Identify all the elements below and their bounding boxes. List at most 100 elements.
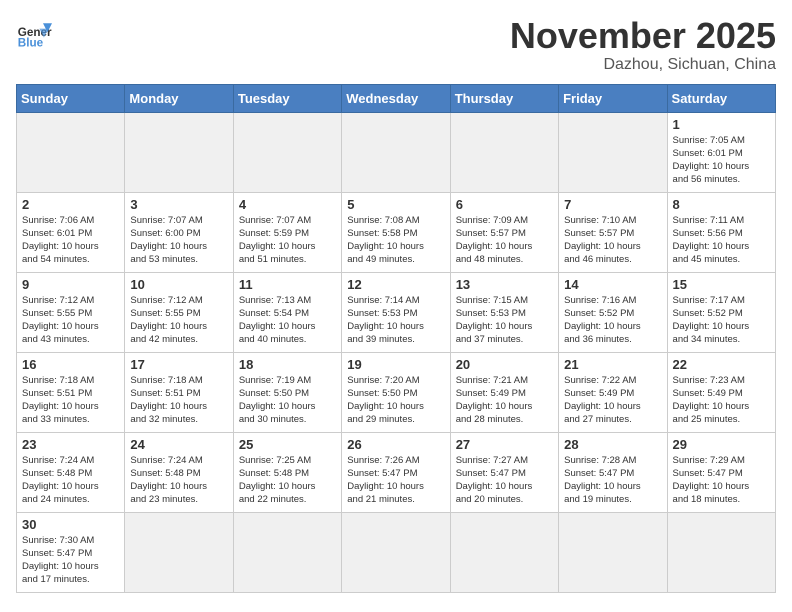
day-info: Sunrise: 7:24 AM Sunset: 5:48 PM Dayligh… xyxy=(22,454,119,507)
calendar-day-cell: 28Sunrise: 7:28 AM Sunset: 5:47 PM Dayli… xyxy=(559,432,667,512)
day-number: 8 xyxy=(673,197,770,212)
calendar-table: SundayMondayTuesdayWednesdayThursdayFrid… xyxy=(16,84,776,593)
day-number: 20 xyxy=(456,357,553,372)
weekday-header-sunday: Sunday xyxy=(17,84,125,112)
day-info: Sunrise: 7:07 AM Sunset: 5:59 PM Dayligh… xyxy=(239,214,336,267)
day-info: Sunrise: 7:15 AM Sunset: 5:53 PM Dayligh… xyxy=(456,294,553,347)
day-info: Sunrise: 7:27 AM Sunset: 5:47 PM Dayligh… xyxy=(456,454,553,507)
calendar-day-cell xyxy=(233,512,341,592)
day-info: Sunrise: 7:05 AM Sunset: 6:01 PM Dayligh… xyxy=(673,134,770,187)
day-info: Sunrise: 7:22 AM Sunset: 5:49 PM Dayligh… xyxy=(564,374,661,427)
calendar-day-cell: 25 Sunrise: 7:25 AM Sunset: 5:48 PM Dayli… xyxy=(233,432,341,512)
calendar-day-cell: 2 Sunrise: 7:06 AM Sunset: 6:01 PM Daylig… xyxy=(17,192,125,272)
logo: General Blue xyxy=(16,16,52,52)
day-info: Sunrise: 7:29 AM Sunset: 5:47 PM Dayligh… xyxy=(673,454,770,507)
calendar-day-cell xyxy=(125,112,233,192)
calendar-day-cell: 11Sunrise: 7:13 AM Sunset: 5:54 PM Dayli… xyxy=(233,272,341,352)
logo-icon: General Blue xyxy=(16,16,52,52)
calendar-week-row: 2 Sunrise: 7:06 AM Sunset: 6:01 PM Daylig… xyxy=(17,192,776,272)
calendar-day-cell: 14Sunrise: 7:16 AM Sunset: 5:52 PM Dayli… xyxy=(559,272,667,352)
day-number: 7 xyxy=(564,197,661,212)
weekday-header-friday: Friday xyxy=(559,84,667,112)
day-info: Sunrise: 7:08 AM Sunset: 5:58 PM Dayligh… xyxy=(347,214,444,267)
day-info: Sunrise: 7:18 AM Sunset: 5:51 PM Dayligh… xyxy=(22,374,119,427)
calendar-day-cell: 12 Sunrise: 7:14 AM Sunset: 5:53 PM Dayli… xyxy=(342,272,450,352)
calendar-day-cell: 24 Sunrise: 7:24 AM Sunset: 5:48 PM Dayli… xyxy=(125,432,233,512)
calendar-day-cell: 8 Sunrise: 7:11 AM Sunset: 5:56 PM Daylig… xyxy=(667,192,775,272)
day-number: 13 xyxy=(456,277,553,292)
month-title: November 2025 xyxy=(510,16,776,56)
day-info: Sunrise: 7:25 AM Sunset: 5:48 PM Dayligh… xyxy=(239,454,336,507)
day-number: 19 xyxy=(347,357,444,372)
calendar-day-cell: 15 Sunrise: 7:17 AM Sunset: 5:52 PM Dayli… xyxy=(667,272,775,352)
calendar-week-row: 1 Sunrise: 7:05 AM Sunset: 6:01 PM Daylig… xyxy=(17,112,776,192)
day-info: Sunrise: 7:06 AM Sunset: 6:01 PM Dayligh… xyxy=(22,214,119,267)
calendar-day-cell: 19 Sunrise: 7:20 AM Sunset: 5:50 PM Dayli… xyxy=(342,352,450,432)
calendar-day-cell: 3 Sunrise: 7:07 AM Sunset: 6:00 PM Daylig… xyxy=(125,192,233,272)
day-info: Sunrise: 7:07 AM Sunset: 6:00 PM Dayligh… xyxy=(130,214,227,267)
day-number: 6 xyxy=(456,197,553,212)
calendar-day-cell xyxy=(17,112,125,192)
day-info: Sunrise: 7:12 AM Sunset: 5:55 PM Dayligh… xyxy=(130,294,227,347)
calendar-day-cell xyxy=(559,512,667,592)
day-number: 11 xyxy=(239,277,336,292)
calendar-day-cell: 18 Sunrise: 7:19 AM Sunset: 5:50 PM Dayli… xyxy=(233,352,341,432)
day-info: Sunrise: 7:24 AM Sunset: 5:48 PM Dayligh… xyxy=(130,454,227,507)
day-number: 23 xyxy=(22,437,119,452)
day-info: Sunrise: 7:09 AM Sunset: 5:57 PM Dayligh… xyxy=(456,214,553,267)
calendar-day-cell: 4 Sunrise: 7:07 AM Sunset: 5:59 PM Daylig… xyxy=(233,192,341,272)
calendar-day-cell xyxy=(450,112,558,192)
calendar-day-cell: 7Sunrise: 7:10 AM Sunset: 5:57 PM Daylig… xyxy=(559,192,667,272)
calendar-week-row: 9Sunrise: 7:12 AM Sunset: 5:55 PM Daylig… xyxy=(17,272,776,352)
day-number: 2 xyxy=(22,197,119,212)
day-info: Sunrise: 7:23 AM Sunset: 5:49 PM Dayligh… xyxy=(673,374,770,427)
day-number: 25 xyxy=(239,437,336,452)
day-info: Sunrise: 7:11 AM Sunset: 5:56 PM Dayligh… xyxy=(673,214,770,267)
day-number: 18 xyxy=(239,357,336,372)
calendar-day-cell xyxy=(125,512,233,592)
calendar-day-cell: 9Sunrise: 7:12 AM Sunset: 5:55 PM Daylig… xyxy=(17,272,125,352)
calendar-day-cell: 10 Sunrise: 7:12 AM Sunset: 5:55 PM Dayli… xyxy=(125,272,233,352)
calendar-day-cell: 5Sunrise: 7:08 AM Sunset: 5:58 PM Daylig… xyxy=(342,192,450,272)
day-number: 12 xyxy=(347,277,444,292)
calendar-day-cell: 21 Sunrise: 7:22 AM Sunset: 5:49 PM Dayli… xyxy=(559,352,667,432)
calendar-week-row: 16 Sunrise: 7:18 AM Sunset: 5:51 PM Dayli… xyxy=(17,352,776,432)
calendar-day-cell: 23 Sunrise: 7:24 AM Sunset: 5:48 PM Dayli… xyxy=(17,432,125,512)
day-number: 16 xyxy=(22,357,119,372)
weekday-header-tuesday: Tuesday xyxy=(233,84,341,112)
calendar-day-cell xyxy=(342,112,450,192)
calendar-day-cell: 29Sunrise: 7:29 AM Sunset: 5:47 PM Dayli… xyxy=(667,432,775,512)
calendar-day-cell: 6 Sunrise: 7:09 AM Sunset: 5:57 PM Daylig… xyxy=(450,192,558,272)
day-number: 27 xyxy=(456,437,553,452)
day-number: 14 xyxy=(564,277,661,292)
day-number: 17 xyxy=(130,357,227,372)
day-number: 22 xyxy=(673,357,770,372)
day-info: Sunrise: 7:18 AM Sunset: 5:51 PM Dayligh… xyxy=(130,374,227,427)
day-number: 4 xyxy=(239,197,336,212)
day-number: 30 xyxy=(22,517,119,532)
weekday-header-wednesday: Wednesday xyxy=(342,84,450,112)
calendar-week-row: 23 Sunrise: 7:24 AM Sunset: 5:48 PM Dayli… xyxy=(17,432,776,512)
day-info: Sunrise: 7:20 AM Sunset: 5:50 PM Dayligh… xyxy=(347,374,444,427)
day-number: 21 xyxy=(564,357,661,372)
day-number: 15 xyxy=(673,277,770,292)
day-info: Sunrise: 7:17 AM Sunset: 5:52 PM Dayligh… xyxy=(673,294,770,347)
calendar-day-cell: 27 Sunrise: 7:27 AM Sunset: 5:47 PM Dayli… xyxy=(450,432,558,512)
day-number: 3 xyxy=(130,197,227,212)
day-number: 26 xyxy=(347,437,444,452)
day-number: 10 xyxy=(130,277,227,292)
title-block: November 2025 Dazhou, Sichuan, China xyxy=(510,16,776,74)
page-header: General Blue November 2025 Dazhou, Sichu… xyxy=(16,16,776,74)
calendar-day-cell xyxy=(450,512,558,592)
day-info: Sunrise: 7:12 AM Sunset: 5:55 PM Dayligh… xyxy=(22,294,119,347)
day-info: Sunrise: 7:30 AM Sunset: 5:47 PM Dayligh… xyxy=(22,534,119,587)
day-info: Sunrise: 7:19 AM Sunset: 5:50 PM Dayligh… xyxy=(239,374,336,427)
day-number: 28 xyxy=(564,437,661,452)
calendar-day-cell xyxy=(342,512,450,592)
calendar-week-row: 30 Sunrise: 7:30 AM Sunset: 5:47 PM Dayli… xyxy=(17,512,776,592)
calendar-day-cell: 22 Sunrise: 7:23 AM Sunset: 5:49 PM Dayli… xyxy=(667,352,775,432)
day-info: Sunrise: 7:14 AM Sunset: 5:53 PM Dayligh… xyxy=(347,294,444,347)
weekday-header-saturday: Saturday xyxy=(667,84,775,112)
day-number: 24 xyxy=(130,437,227,452)
day-number: 1 xyxy=(673,117,770,132)
